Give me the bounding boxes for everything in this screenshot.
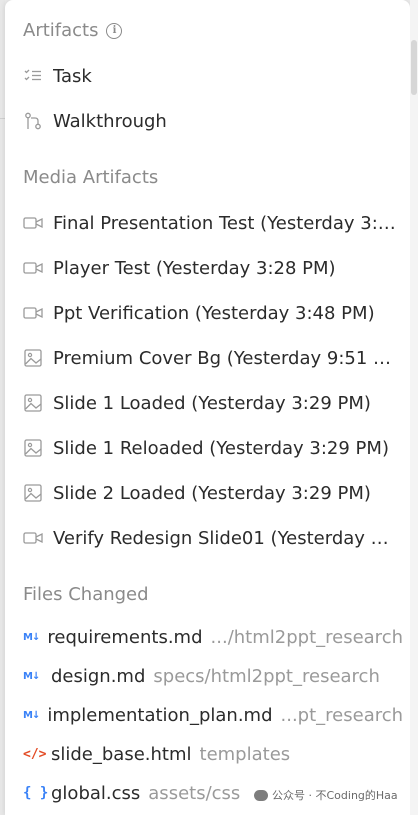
media-item-image[interactable]: Premium Cover Bg (Yesterday 9:51 PM) [23, 341, 398, 375]
media-item-video[interactable]: Final Presentation Test (Yesterday 3:4..… [23, 206, 398, 240]
file-path: ...pt_research [280, 704, 403, 726]
media-item-label: Slide 1 Loaded (Yesterday 3:29 PM) [53, 392, 371, 414]
image-icon [23, 438, 43, 458]
git-branch-icon [23, 111, 43, 131]
css-icon: { } [23, 785, 49, 801]
markdown-icon: M↓ [23, 631, 40, 643]
media-item-video[interactable]: Verify Redesign Slide01 (Yesterday 9:... [23, 521, 398, 555]
file-item[interactable]: M↓ requirements.md .../html2ppt_research [23, 622, 403, 652]
artifacts-title-text: Artifacts [23, 20, 99, 41]
artifact-item-walkthrough[interactable]: Walkthrough [23, 104, 398, 138]
video-icon [23, 213, 43, 233]
video-icon [23, 528, 43, 548]
watermark: 公众号 · 不Coding的Haa [250, 786, 402, 804]
file-path: .../html2ppt_research [210, 626, 403, 648]
scrollbar-thumb[interactable] [411, 40, 417, 95]
file-name: requirements.md [47, 626, 203, 648]
artifact-item-task[interactable]: Task [23, 59, 398, 93]
file-item[interactable]: M↓ implementation_plan.md ...pt_research [23, 700, 403, 730]
files-title-text: Files Changed [23, 584, 149, 605]
info-icon[interactable]: i [106, 22, 123, 39]
video-icon [23, 303, 43, 323]
html-icon: </> [23, 746, 47, 762]
watermark-text: 公众号 · 不Coding的Haa [272, 789, 398, 802]
media-item-label: Premium Cover Bg (Yesterday 9:51 PM) [53, 347, 398, 369]
media-item-label: Final Presentation Test (Yesterday 3:4..… [53, 212, 398, 234]
media-item-label: Verify Redesign Slide01 (Yesterday 9:... [53, 527, 398, 549]
artifact-item-label: Walkthrough [53, 110, 167, 132]
media-item-label: Slide 1 Reloaded (Yesterday 3:29 PM) [53, 437, 389, 459]
video-icon [23, 258, 43, 278]
media-item-video[interactable]: Player Test (Yesterday 3:28 PM) [23, 251, 398, 285]
file-item[interactable]: </> slide_base.html templates [23, 739, 403, 769]
markdown-icon: M↓ [23, 670, 40, 682]
file-name: implementation_plan.md [47, 704, 273, 726]
artifacts-section-title: Artifacts i [23, 20, 123, 41]
file-path: templates [199, 743, 291, 765]
media-item-video[interactable]: Ppt Verification (Yesterday 3:48 PM) [23, 296, 398, 330]
media-item-image[interactable]: Slide 1 Loaded (Yesterday 3:29 PM) [23, 386, 398, 420]
artifacts-panel: Artifacts i Task Walkthrough Media Artif… [5, 0, 410, 815]
wechat-icon [254, 789, 268, 801]
artifact-item-label: Task [53, 65, 92, 87]
markdown-icon: M↓ [23, 709, 40, 721]
media-item-label: Player Test (Yesterday 3:28 PM) [53, 257, 336, 279]
file-name: design.md [51, 665, 146, 687]
media-item-image[interactable]: Slide 2 Loaded (Yesterday 3:29 PM) [23, 476, 398, 510]
media-title-text: Media Artifacts [23, 167, 159, 188]
media-item-label: Slide 2 Loaded (Yesterday 3:29 PM) [53, 482, 371, 504]
file-path: specs/html2ppt_research [153, 665, 380, 687]
file-name: slide_base.html [51, 743, 192, 765]
file-name: global.css [51, 782, 141, 804]
media-section-title: Media Artifacts [23, 167, 158, 188]
image-icon [23, 393, 43, 413]
image-icon [23, 483, 43, 503]
scrollbar-track[interactable] [410, 0, 418, 815]
file-item[interactable]: M↓ design.md specs/html2ppt_research [23, 661, 403, 691]
media-item-label: Ppt Verification (Yesterday 3:48 PM) [53, 302, 375, 324]
files-section-title: Files Changed [23, 584, 149, 605]
image-icon [23, 348, 43, 368]
file-path: assets/css [148, 782, 241, 804]
media-item-image[interactable]: Slide 1 Reloaded (Yesterday 3:29 PM) [23, 431, 398, 465]
checklist-icon [23, 66, 43, 86]
